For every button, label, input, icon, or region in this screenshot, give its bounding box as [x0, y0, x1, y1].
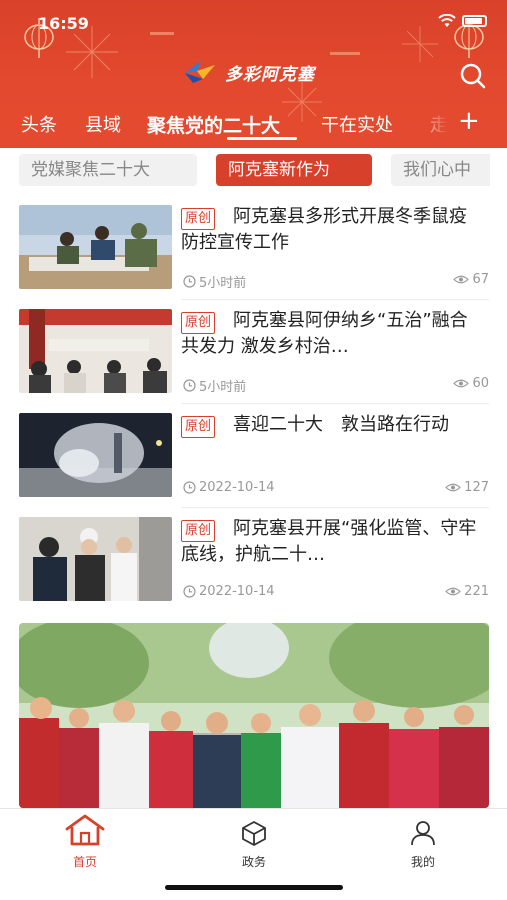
decorative-dash — [330, 52, 360, 55]
clock-icon — [183, 379, 196, 392]
news-thumbnail — [19, 205, 172, 289]
user-icon — [411, 821, 435, 846]
news-time-text: 5小时前 — [199, 276, 247, 291]
tab-home-label: 首页 — [72, 855, 97, 869]
news-views: 127 — [445, 480, 489, 495]
news-time: 2022-10-14 — [183, 480, 275, 495]
status-time: 16:59 — [38, 14, 89, 33]
clock-icon — [183, 481, 196, 494]
news-item[interactable]: 原创 阿克塞县多形式开展冬季鼠疫防控宣传工作 5小时前 67 — [19, 196, 489, 300]
news-time-text: 2022-10-14 — [199, 480, 275, 495]
search-icon[interactable] — [459, 62, 487, 90]
clock-icon — [183, 585, 196, 598]
news-time: 5小时前 — [183, 376, 246, 395]
news-item[interactable]: 原创 阿克塞县开展“强化监管、守牢底线，护航二十… 2022-10-14 221 — [19, 508, 489, 612]
news-views-count: 67 — [472, 272, 489, 287]
tab-mine-label: 我的 — [410, 855, 435, 869]
news-title[interactable]: 阿克塞县多形式开展冬季鼠疫防控宣传工作 — [181, 204, 481, 256]
brand-logo: 多彩阿克塞 — [183, 59, 315, 85]
subtab-in-our-hearts[interactable]: 我们心中 — [391, 154, 490, 186]
brand-name: 多彩阿克塞 — [225, 64, 315, 85]
channel-active-indicator — [227, 137, 297, 140]
news-title[interactable]: 喜迎二十大 敦当路在行动 — [181, 412, 481, 464]
tab-government[interactable]: 政务 — [214, 813, 294, 870]
eye-icon — [445, 587, 461, 596]
news-views: 67 — [453, 272, 489, 287]
battery-icon — [462, 15, 487, 27]
news-views-count: 221 — [464, 584, 489, 599]
wifi-icon — [438, 14, 456, 27]
app-header: 16:59 多彩阿克塞 头条 县域 聚焦党的二十大 干在实处 走 + — [0, 0, 507, 148]
news-time: 2022-10-14 — [183, 584, 275, 599]
channel-tab-action[interactable]: 干在实处 — [321, 111, 393, 137]
eye-icon — [445, 483, 461, 492]
news-time-text: 2022-10-14 — [199, 584, 275, 599]
home-indicator — [165, 885, 343, 890]
news-title[interactable]: 阿克塞县开展“强化监管、守牢底线，护航二十… — [181, 516, 481, 568]
news-title[interactable]: 阿克塞县阿伊纳乡“五治”融合共发力 激发乡村治… — [181, 308, 481, 360]
channel-tab-county[interactable]: 县域 — [85, 111, 121, 137]
tab-government-label: 政务 — [241, 855, 266, 869]
tab-home[interactable]: 首页 — [45, 813, 125, 870]
news-views: 221 — [445, 584, 489, 599]
news-time-text: 5小时前 — [199, 380, 247, 395]
home-icon — [65, 814, 105, 846]
subtab-new-achievements[interactable]: 阿克塞新作为 — [216, 154, 372, 186]
news-item[interactable]: 原创 阿克塞县阿伊纳乡“五治”融合共发力 激发乡村治… 5小时前 60 — [19, 300, 489, 404]
news-thumbnail — [19, 309, 172, 393]
status-bar: 16:59 — [0, 0, 507, 44]
eye-icon — [453, 275, 470, 284]
clock-icon — [183, 275, 196, 288]
eye-icon — [453, 379, 470, 388]
news-views: 60 — [453, 376, 489, 391]
subtab-bar: 党媒聚焦二十大 阿克塞新作为 我们心中 — [0, 154, 507, 186]
government-cube-icon — [242, 821, 266, 846]
subtab-party-media[interactable]: 党媒聚焦二十大 — [19, 154, 197, 186]
news-item[interactable]: 原创 喜迎二十大 敦当路在行动 2022-10-14 127 — [19, 404, 489, 508]
add-channel-button[interactable]: + — [458, 106, 480, 136]
news-views-count: 60 — [472, 376, 489, 391]
tab-mine[interactable]: 我的 — [383, 813, 463, 870]
news-thumbnail — [19, 413, 172, 497]
channel-fade — [414, 105, 448, 145]
status-icons — [438, 14, 487, 28]
brand-mark-icon — [185, 61, 215, 83]
news-thumbnail — [19, 517, 172, 601]
channel-tab-headline[interactable]: 头条 — [21, 111, 57, 137]
featured-banner-image[interactable] — [19, 623, 489, 808]
news-time: 5小时前 — [183, 272, 246, 291]
channel-tab-congress[interactable]: 聚焦党的二十大 — [147, 111, 280, 138]
news-views-count: 127 — [464, 480, 489, 495]
